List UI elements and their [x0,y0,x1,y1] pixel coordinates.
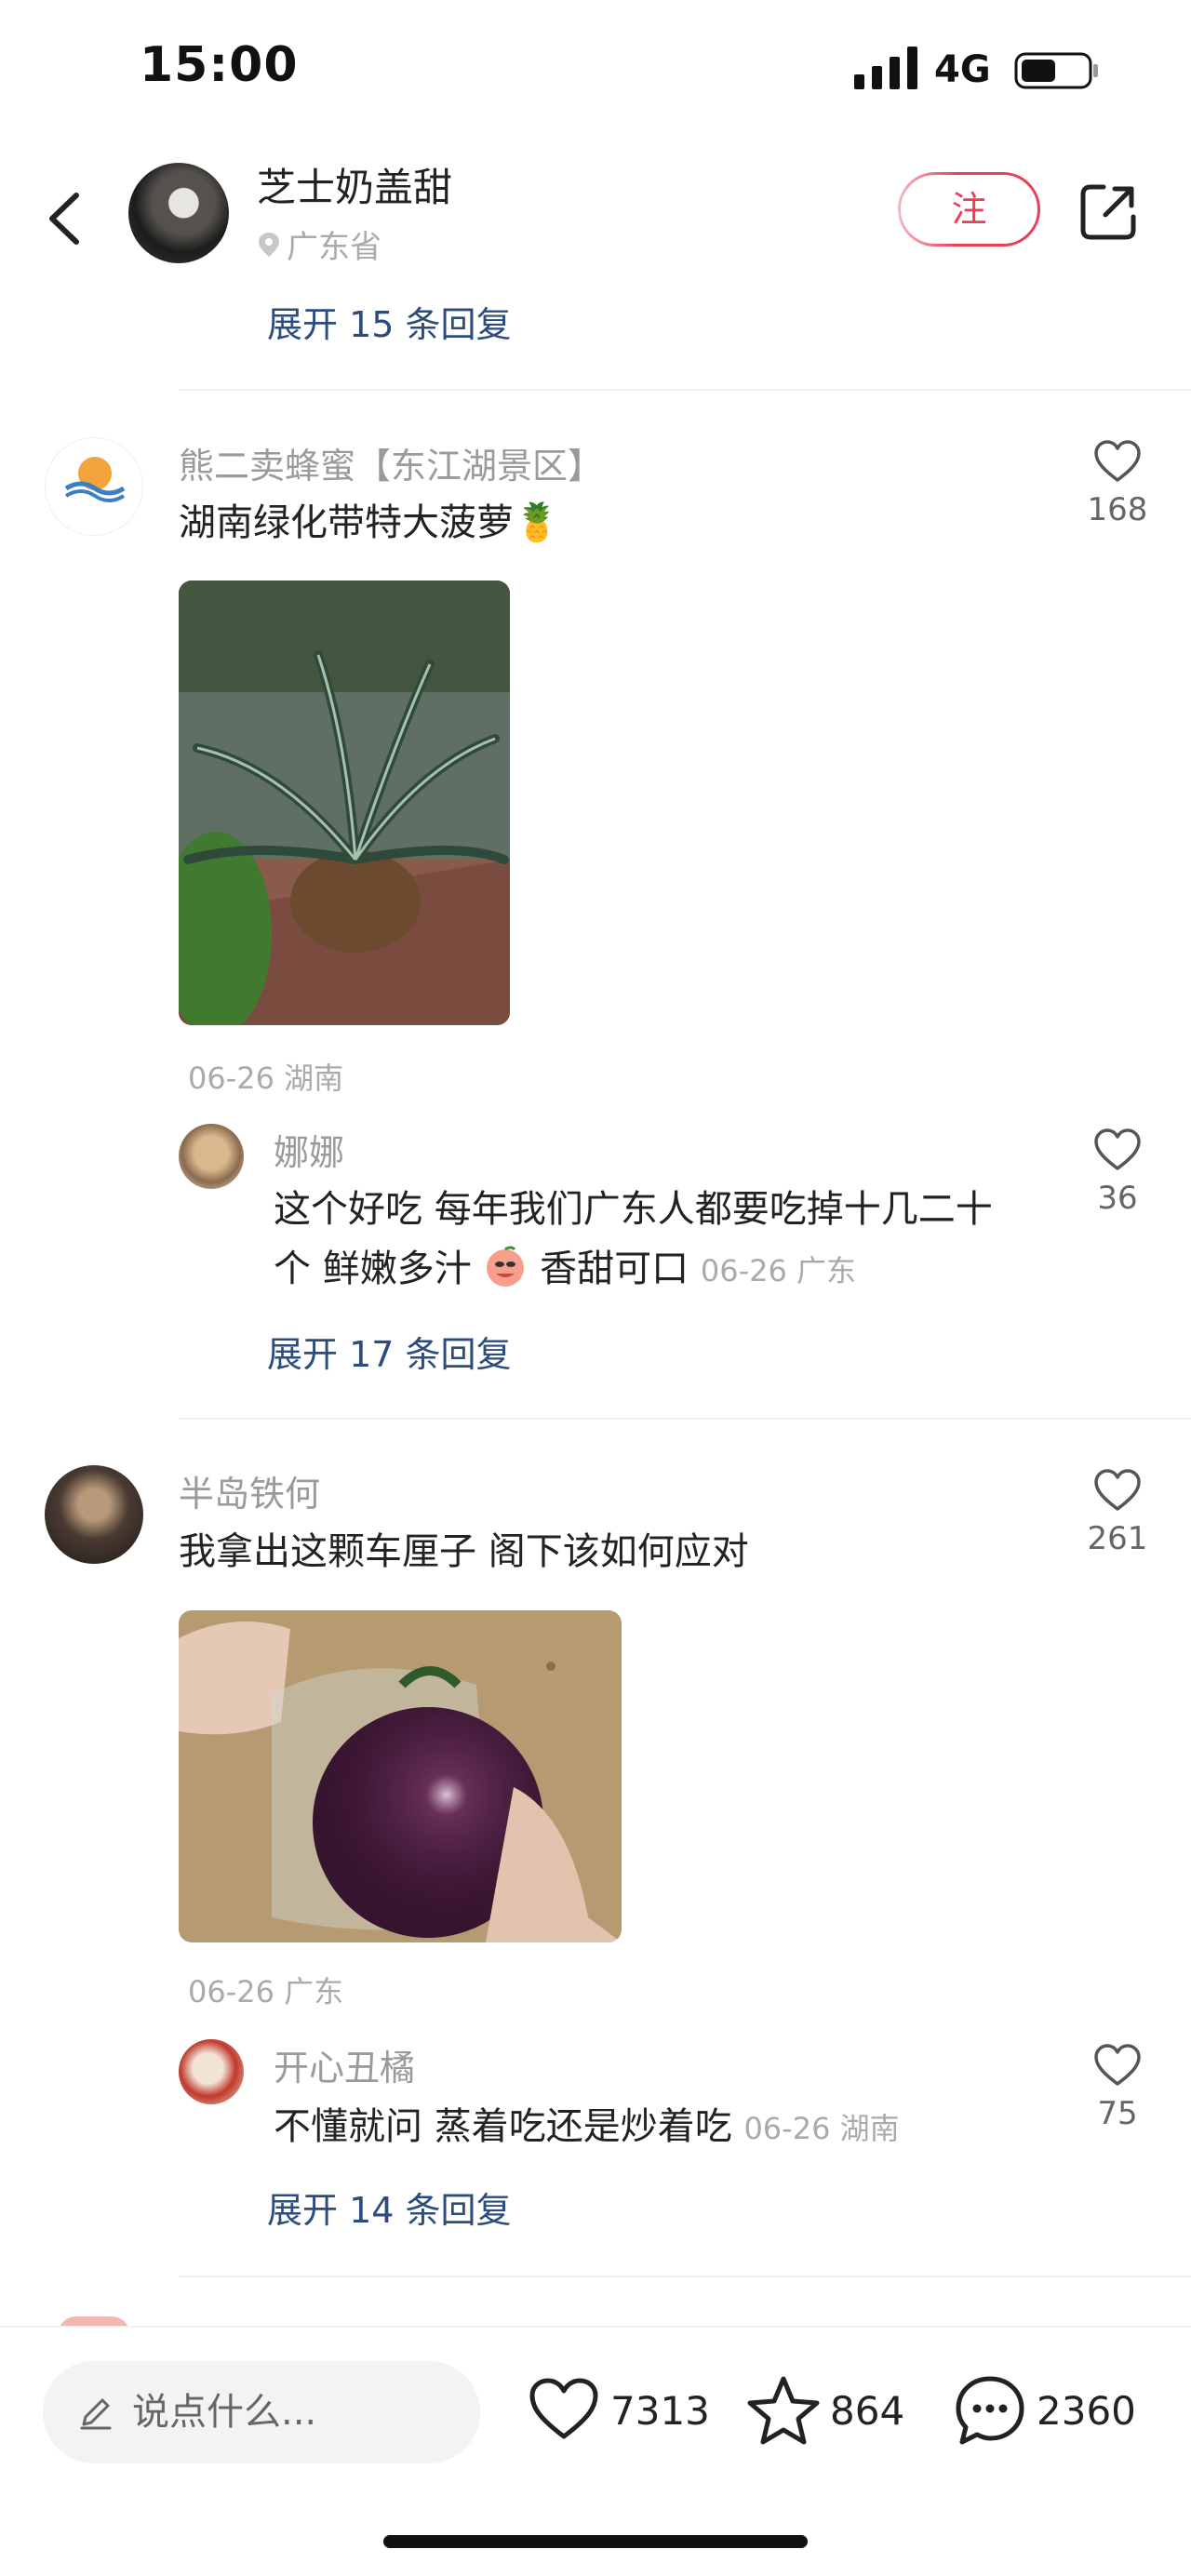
reply-author[interactable]: 娜娜 [274,1124,344,1175]
comment-input-pill[interactable] [43,2361,480,2463]
heart-icon[interactable] [1093,1128,1142,1172]
comment-author[interactable]: 熊二卖蜂蜜【东江湖景区】 [179,437,603,488]
comment-text: 我拿出这颗车厘子 阁下该如何应对 [179,1530,749,1573]
author-location: 广东省 [257,221,381,267]
status-time: 15:00 [140,37,299,93]
comment-author[interactable]: 半岛铁何 [179,1465,320,1516]
comment-date: 06-26 广东 [188,1974,344,2009]
author-avatar[interactable] [128,163,229,263]
reply-text: 这个好吃 每年我们广东人都要吃掉十几二十 个 鲜嫩多汁 香甜可口 06-26 广… [274,1180,1055,1301]
home-indicator[interactable] [383,2535,808,2548]
divider [179,1418,1191,1420]
heart-icon[interactable] [1093,439,1142,484]
location-text: 广东省 [287,229,381,266]
network-type: 4G [934,48,991,91]
battery-icon [1014,52,1098,89]
pen-icon [80,2398,112,2430]
reply-author[interactable]: 开心丑橘 [274,2039,415,2090]
star-icon[interactable] [746,2373,821,2448]
reply-text-line1: 这个好吃 每年我们广东人都要吃掉十几二十 [274,1188,993,1231]
expand-replies[interactable]: 展开 14 条回复 [267,2182,512,2233]
location-pin-icon [259,232,279,257]
divider [179,389,1191,391]
comment-date: 06-26 湖南 [188,1061,344,1096]
status-bar: 15:00 4G [0,0,1191,140]
comment-text: 湖南绿化带特大菠萝🍍 [179,493,560,553]
reply-avatar[interactable] [179,2039,244,2104]
comment-like[interactable]: 168 [1076,439,1159,528]
reply-text-line2: 个 鲜嫩多汁 香甜可口 06-26 广东 [274,1239,1055,1301]
reply-like[interactable]: 75 [1076,2043,1159,2132]
expand-replies[interactable]: 展开 17 条回复 [267,1326,512,1377]
comment-image-eggplant[interactable] [179,1610,622,1942]
like-count: 75 [1097,2095,1138,2132]
like-count: 36 [1097,1180,1138,1217]
comment-like[interactable]: 261 [1076,1468,1159,1557]
reply-avatar[interactable] [179,1124,244,1189]
author-name[interactable]: 芝士奶盖甜 [257,156,452,213]
comment-avatar[interactable] [45,437,143,536]
reply-text-part: 香甜可口 [540,1248,689,1290]
divider [179,2276,1191,2277]
heart-icon[interactable] [1093,2043,1142,2088]
reply-text-part: 个 鲜嫩多汁 [274,1248,472,1290]
comment-stat[interactable]: 2360 [953,2369,1136,2452]
reply-text: 不懂就问 蒸着吃还是炒着吃 06-26 湖南 [274,2097,1055,2158]
heart-icon[interactable] [1093,1468,1142,1513]
comment-total: 2360 [1037,2387,1136,2434]
note-header: 芝士奶盖甜 广东省 注 [0,140,1191,288]
share-icon[interactable] [1077,181,1139,243]
heart-icon[interactable] [527,2373,601,2448]
comment-avatar[interactable] [45,1465,143,1564]
collect-total: 864 [830,2387,905,2434]
comment-bubble-icon[interactable] [953,2373,1027,2448]
peach-emoji [483,1244,528,1288]
round-eggplant-photo [179,1610,622,1942]
collect-stat[interactable]: 864 [746,2369,904,2452]
like-total: 7313 [610,2387,710,2434]
reply-meta: 06-26 湖南 [743,2111,900,2146]
signal-icon [854,47,917,89]
like-count: 168 [1087,491,1148,528]
reply-like[interactable]: 36 [1076,1128,1159,1217]
pineapple-emoji: 🍍 [514,501,560,544]
reply-meta: 06-26 广东 [700,1253,857,1288]
comment-text-content: 湖南绿化带特大菠萝 [179,501,514,544]
scenic-logo-icon [64,457,126,502]
cycad-plant-photo [179,581,510,1025]
comment-input[interactable] [132,2382,458,2443]
back-arrow-icon[interactable] [37,177,93,260]
like-stat[interactable]: 7313 [527,2369,710,2452]
expand-replies-top[interactable]: 展开 15 条回复 [267,296,512,347]
reply-text-content: 不懂就问 蒸着吃还是炒着吃 [274,2105,732,2148]
like-count: 261 [1087,1520,1148,1557]
follow-fade-overlay [837,167,958,251]
comment-image-cycad[interactable] [179,581,510,1025]
